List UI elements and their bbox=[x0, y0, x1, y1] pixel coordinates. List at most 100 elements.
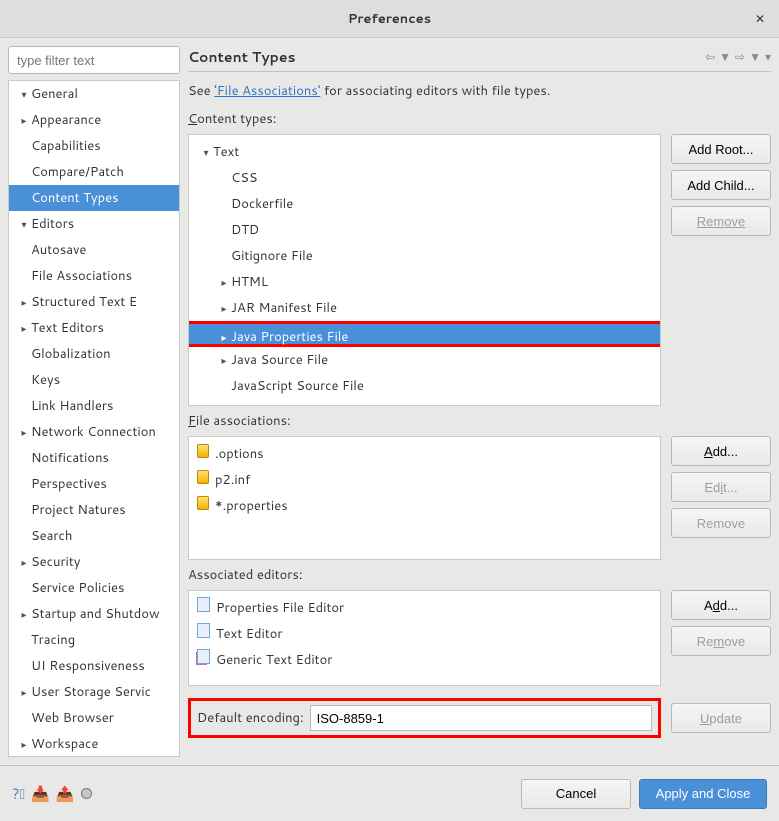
sidebar-item-search[interactable]: Search bbox=[9, 523, 179, 549]
chevron-right-icon[interactable]: ▸ bbox=[17, 732, 31, 757]
sidebar-item-project-natures[interactable]: Project Natures bbox=[9, 497, 179, 523]
sidebar-item-globalization[interactable]: Globalization bbox=[9, 341, 179, 367]
sidebar-item-content-types[interactable]: Content Types bbox=[9, 185, 179, 211]
editor-icon bbox=[197, 647, 210, 673]
content-type-css[interactable]: CSS bbox=[189, 165, 660, 191]
chevron-down-icon[interactable]: ▾ bbox=[17, 212, 31, 238]
associated-editor-item[interactable]: Generic Text Editor bbox=[189, 647, 660, 673]
cancel-button[interactable]: Cancel bbox=[521, 779, 631, 809]
remove-content-type-button[interactable]: Remove bbox=[671, 206, 771, 236]
update-button[interactable]: Update bbox=[671, 703, 771, 733]
osgi-icon[interactable] bbox=[81, 788, 92, 799]
sidebar-item-label: Keys bbox=[31, 371, 60, 389]
file-association-label: *.properties bbox=[215, 493, 288, 519]
content-type-label: Java Source File bbox=[231, 351, 328, 369]
sidebar-item-label: Link Handlers bbox=[31, 397, 113, 415]
remove-association-button[interactable]: Remove bbox=[671, 508, 771, 538]
import-icon[interactable]: 📥 bbox=[31, 783, 50, 804]
sidebar-item-service-policies[interactable]: Service Policies bbox=[9, 575, 179, 601]
content-type-gitignore-file[interactable]: Gitignore File bbox=[189, 243, 660, 269]
content-type-label: JavaScript Source File bbox=[231, 377, 364, 395]
content-type-text[interactable]: ▾Text bbox=[189, 139, 660, 165]
file-association-item[interactable]: *.properties bbox=[189, 493, 660, 519]
help-icon[interactable]: ?⃝ bbox=[12, 783, 25, 804]
sidebar-item-capabilities[interactable]: Capabilities bbox=[9, 133, 179, 159]
chevron-right-icon[interactable]: ▸ bbox=[17, 420, 31, 446]
sidebar-item-label: Autosave bbox=[31, 241, 86, 259]
back-icon[interactable]: ⇦ bbox=[705, 48, 715, 65]
sidebar-item-compare-patch[interactable]: Compare/Patch bbox=[9, 159, 179, 185]
content-types-tree[interactable]: ▾TextCSSDockerfileDTDGitignore File▸HTML… bbox=[188, 134, 661, 406]
sidebar-item-structured-text-e[interactable]: ▸Structured Text E bbox=[9, 289, 179, 315]
filter-input[interactable] bbox=[8, 46, 180, 74]
file-association-item[interactable]: p2.inf bbox=[189, 467, 660, 493]
associated-editors-label: Associated editors: bbox=[188, 566, 771, 584]
add-child-button[interactable]: Add Child... bbox=[671, 170, 771, 200]
add-editor-button[interactable]: Add... bbox=[671, 590, 771, 620]
sidebar-item-label: Globalization bbox=[31, 345, 111, 363]
content-type-jar-manifest-file[interactable]: ▸JAR Manifest File bbox=[189, 295, 660, 321]
file-associations-list[interactable]: .optionsp2.inf*.properties bbox=[188, 436, 661, 560]
sidebar-item-tracing[interactable]: Tracing bbox=[9, 627, 179, 653]
sidebar-item-startup-and-shutdow[interactable]: ▸Startup and Shutdow bbox=[9, 601, 179, 627]
sidebar-item-user-storage-servic[interactable]: ▸User Storage Servic bbox=[9, 679, 179, 705]
sidebar-item-security[interactable]: ▸Security bbox=[9, 549, 179, 575]
content-types-label: Content types: bbox=[188, 110, 771, 128]
encoding-highlight: Default encoding: bbox=[188, 698, 661, 738]
content-type-dtd[interactable]: DTD bbox=[189, 217, 660, 243]
content-type-javascript-source-file[interactable]: JavaScript Source File bbox=[189, 373, 660, 399]
sidebar-item-label: UI Responsiveness bbox=[31, 657, 145, 675]
sidebar-item-keys[interactable]: Keys bbox=[9, 367, 179, 393]
sidebar-item-network-connection[interactable]: ▸Network Connection bbox=[9, 419, 179, 445]
export-icon[interactable]: 📤 bbox=[56, 783, 75, 804]
chevron-right-icon[interactable]: ▸ bbox=[17, 602, 31, 628]
content-type-dockerfile[interactable]: Dockerfile bbox=[189, 191, 660, 217]
close-icon[interactable] bbox=[751, 9, 769, 27]
sidebar-item-web-browser[interactable]: Web Browser bbox=[9, 705, 179, 731]
remove-editor-button[interactable]: Remove bbox=[671, 626, 771, 656]
content-type-java-properties-file[interactable]: ▸Java Properties File bbox=[188, 321, 661, 347]
chevron-right-icon[interactable]: ▸ bbox=[17, 550, 31, 576]
chevron-right-icon[interactable]: ▸ bbox=[17, 290, 31, 316]
sidebar-item-editors[interactable]: ▾Editors bbox=[9, 211, 179, 237]
chevron-right-icon[interactable]: ▸ bbox=[17, 680, 31, 706]
forward-menu-icon[interactable]: ▼ bbox=[749, 48, 761, 65]
sidebar-item-label: Startup and Shutdow bbox=[31, 605, 160, 623]
add-root-button[interactable]: Add Root... bbox=[671, 134, 771, 164]
sidebar-item-general[interactable]: ▾General bbox=[9, 81, 179, 107]
content-type-java-source-file[interactable]: ▸Java Source File bbox=[189, 347, 660, 373]
chevron-right-icon[interactable]: ▸ bbox=[217, 296, 231, 322]
chevron-down-icon[interactable]: ▾ bbox=[199, 140, 213, 166]
sidebar-item-ui-responsiveness[interactable]: UI Responsiveness bbox=[9, 653, 179, 679]
sidebar-item-perspectives[interactable]: Perspectives bbox=[9, 471, 179, 497]
sidebar-item-label: Project Natures bbox=[31, 501, 126, 519]
sidebar-item-appearance[interactable]: ▸Appearance bbox=[9, 107, 179, 133]
chevron-right-icon[interactable]: ▸ bbox=[17, 316, 31, 342]
add-association-button[interactable]: Add... bbox=[671, 436, 771, 466]
sidebar-item-text-editors[interactable]: ▸Text Editors bbox=[9, 315, 179, 341]
associated-editor-item[interactable]: Text Editor bbox=[189, 621, 660, 647]
chevron-right-icon[interactable]: ▸ bbox=[217, 270, 231, 296]
chevron-right-icon[interactable]: ▸ bbox=[217, 348, 231, 374]
sidebar-item-workspace[interactable]: ▸Workspace bbox=[9, 731, 179, 757]
file-association-item[interactable]: .options bbox=[189, 441, 660, 467]
sidebar-item-notifications[interactable]: Notifications bbox=[9, 445, 179, 471]
sidebar-item-autosave[interactable]: Autosave bbox=[9, 237, 179, 263]
content-type-html[interactable]: ▸HTML bbox=[189, 269, 660, 295]
file-associations-link[interactable]: 'File Associations' bbox=[214, 82, 320, 100]
back-menu-icon[interactable]: ▼ bbox=[719, 48, 731, 65]
associated-editor-item[interactable]: Properties File Editor bbox=[189, 595, 660, 621]
view-menu-icon[interactable]: ▾ bbox=[765, 48, 771, 65]
apply-and-close-button[interactable]: Apply and Close bbox=[639, 779, 767, 809]
edit-association-button[interactable]: Edit... bbox=[671, 472, 771, 502]
encoding-input[interactable] bbox=[310, 705, 652, 731]
chevron-down-icon[interactable]: ▾ bbox=[17, 82, 31, 108]
chevron-right-icon[interactable]: ▸ bbox=[17, 108, 31, 134]
window-title: Preferences bbox=[348, 10, 431, 28]
associated-editors-list[interactable]: Properties File EditorText EditorGeneric… bbox=[188, 590, 661, 686]
dialog-footer: ?⃝ 📥 📤 Cancel Apply and Close bbox=[0, 765, 779, 821]
forward-icon[interactable]: ⇨ bbox=[735, 48, 745, 65]
sidebar-item-file-associations[interactable]: File Associations bbox=[9, 263, 179, 289]
sidebar-item-label: Capabilities bbox=[31, 137, 101, 155]
sidebar-item-link-handlers[interactable]: Link Handlers bbox=[9, 393, 179, 419]
